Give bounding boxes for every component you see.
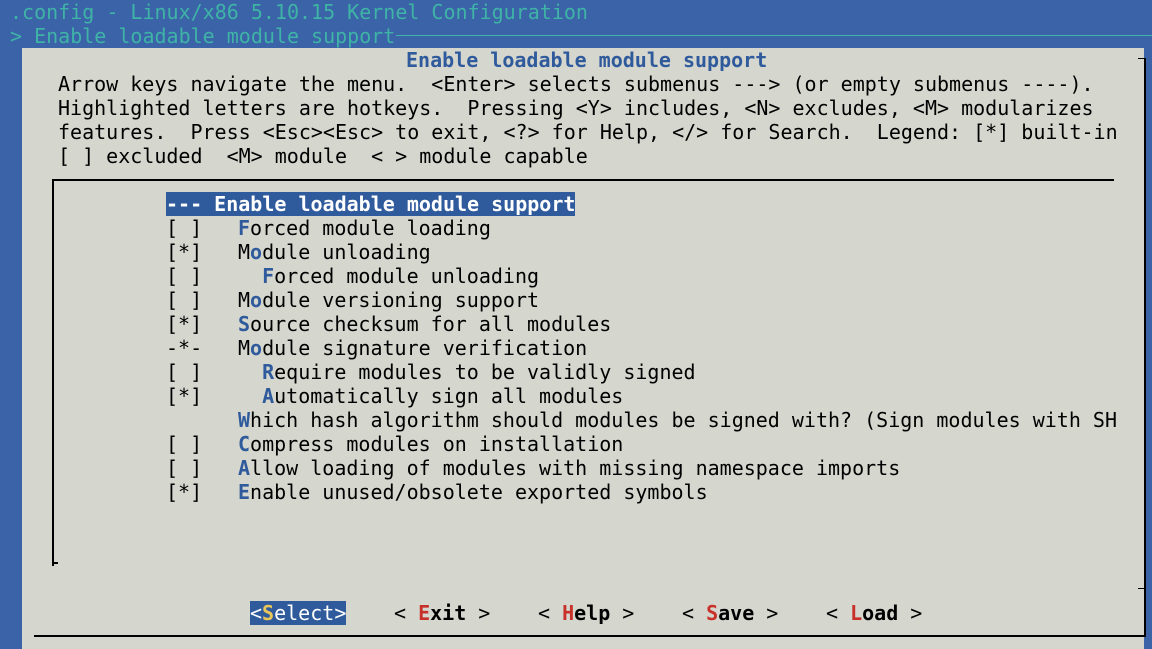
menu-item-mark: [*] [166,480,203,504]
menu-item-hotkey: o [250,288,263,312]
menu-item-label: dule versioning support [262,288,540,312]
menu-item-hotkey: F [238,216,251,240]
menu-item-hotkey: E [238,480,251,504]
menu-item-hotkey: F [262,264,275,288]
menu-item-selected: --- Enable loadable module support [166,192,576,216]
menu-item-mark: [ ] [166,432,203,456]
menu-item-hotkey: o [250,240,263,264]
menu-item-label: orced module loading [250,216,491,240]
menu-item-label: hich hash algorithm should modules be si… [250,408,1117,432]
menu-item[interactable]: [ ] Forced module loading [166,216,491,240]
help-button-left: < [538,601,563,625]
help-button-label: elp [574,601,611,625]
load-button-right: > [898,601,923,625]
help-button-hotkey: H [562,601,575,625]
menu-item-mark: [ ] [166,264,203,288]
dialog-border-right [1138,58,1146,589]
menu-item-label-prefix: M [238,288,251,312]
menu-item[interactable]: [ ] Forced module unloading [166,264,539,288]
select-button-hotkey: S [262,601,275,625]
help-button[interactable]: < Help > [538,601,634,625]
menu-item-hotkey: R [262,360,275,384]
menu-item-mark: [ ] [166,456,203,480]
help-line-1: Arrow keys navigate the menu. <Enter> se… [58,72,1094,96]
select-button-right: > [334,601,347,625]
help-line-2: Highlighted letters are hotkeys. Pressin… [58,96,1094,120]
help-line-3: features. Press <Esc><Esc> to exit, <?> … [58,120,1118,144]
exit-button-hotkey: E [418,601,431,625]
menu-item-hotkey: W [238,408,251,432]
menu-item-label: Enable loadable module support [202,192,576,216]
menu-item-mark: [ ] [166,360,203,384]
menu-list-corner [52,562,58,564]
menu-item-hotkey: C [238,432,251,456]
dialog-title: Enable loadable module support [406,48,768,72]
save-button-left: < [682,601,707,625]
menu-item[interactable]: Which hash algorithm should modules be s… [166,408,1117,432]
menu-item[interactable]: [*] Module unloading [166,240,431,264]
menu-item-label-prefix: M [238,336,251,360]
breadcrumb-rule [396,35,1152,36]
save-button-right: > [754,601,779,625]
load-button-hotkey: L [850,601,863,625]
load-button-left: < [826,601,851,625]
menu-item[interactable]: [*] Enable unused/obsolete exported symbo… [166,480,708,504]
menu-item[interactable]: [ ] Require modules to be validly signed [166,360,696,384]
menu-item-label: dule signature verification [262,336,588,360]
save-button-label: ave [718,601,755,625]
help-line-4: [ ] excluded <M> module < > module capab… [58,144,588,168]
load-button[interactable]: < Load > [826,601,922,625]
save-button[interactable]: < Save > [682,601,778,625]
menu-item-mark: [*] [166,384,203,408]
exit-button-right: > [466,601,491,625]
menu-item-mark: [ ] [166,288,203,312]
exit-button-label: xit [430,601,467,625]
menu-item-indent [238,360,262,384]
breadcrumb: > Enable loadable module support [10,24,396,48]
menu-item-mark: -*- [166,336,203,360]
help-button-right: > [610,601,635,625]
select-button-left: < [250,601,263,625]
menu-item-indent [238,384,262,408]
menu-item-label: equire modules to be validly signed [274,360,696,384]
menu-item-label: ompress modules on installation [250,432,624,456]
menu-item-hotkey: A [262,384,275,408]
menu-item-label: dule unloading [262,240,431,264]
menu-item-label-prefix: M [238,240,251,264]
menu-item-label: llow loading of modules with missing nam… [250,456,901,480]
menu-item[interactable]: -*- Module signature verification [166,336,587,360]
menu-item[interactable]: [*] Automatically sign all modules [166,384,623,408]
select-button-label: elect [274,601,335,625]
menu-item-indent [238,264,262,288]
menu-item[interactable]: [*] Source checksum for all modules [166,312,611,336]
menu-item-label: utomatically sign all modules [274,384,624,408]
exit-button[interactable]: < Exit > [394,601,490,625]
menu-item[interactable]: [ ] Module versioning support [166,288,539,312]
menu-item-mark: [*] [166,240,203,264]
select-button[interactable]: <Select> [250,601,347,625]
dialog-border-right-lower [1138,588,1146,637]
load-button-label: oad [862,601,899,625]
menu-item-hotkey: A [238,456,251,480]
menu-item[interactable]: [ ] Allow loading of modules with missing… [166,456,900,480]
dialog-border-bottom [34,635,1144,637]
menu-item-hotkey: S [238,312,251,336]
menu-item-label: orced module unloading [274,264,540,288]
menu-item-label: ource checksum for all modules [250,312,612,336]
menu-item-mark: [ ] [166,216,203,240]
exit-button-left: < [394,601,419,625]
menu-item-mark: [*] [166,312,203,336]
menu-item-mark: --- [166,192,203,216]
menu-item[interactable]: --- Enable loadable module support [166,192,576,216]
save-button-hotkey: S [706,601,719,625]
menu-item-label: nable unused/obsolete exported symbols [250,480,708,504]
menu-item[interactable]: [ ] Compress modules on installation [166,432,623,456]
window-title: .config - Linux/x86 5.10.15 Kernel Confi… [10,0,588,24]
menu-item-hotkey: o [250,336,263,360]
